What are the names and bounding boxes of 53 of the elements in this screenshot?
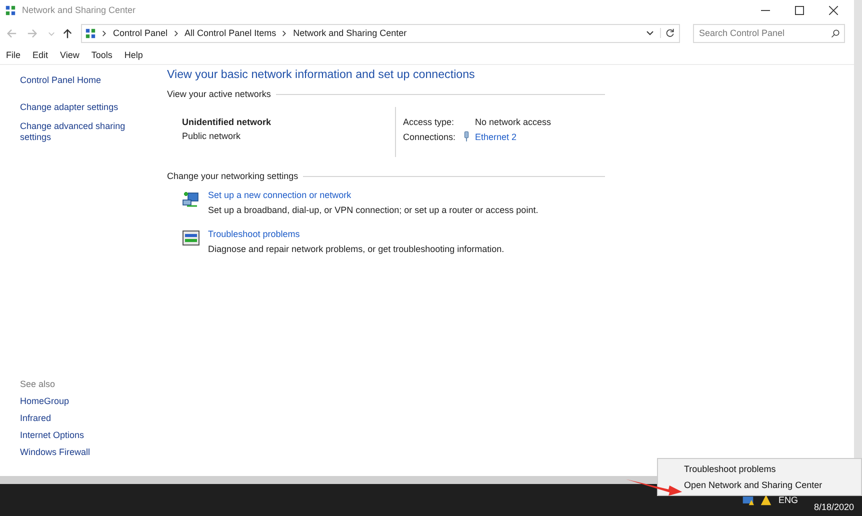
sidebar-link[interactable]: Change advanced sharing settings [20,121,140,143]
network-setup-icon [182,190,200,208]
see-also-link[interactable]: Infrared [20,413,160,423]
ethernet-icon [463,131,470,142]
sidebar-link[interactable]: Change adapter settings [20,102,140,113]
context-menu-item[interactable]: Open Network and Sharing Center [684,480,861,490]
section-heading: View your active networks [167,89,271,99]
breadcrumb[interactable]: Network and Sharing Center [293,28,407,38]
refresh-icon[interactable] [660,28,675,38]
field-label: Access type: [403,117,454,127]
page-heading: View your basic network information and set up connections [167,68,476,81]
context-menu-item[interactable]: Troubleshoot problems [684,464,861,474]
maximize-icon[interactable] [795,6,804,14]
connection-link[interactable]: Ethernet 2 [475,132,517,142]
task-description: Diagnose and repair network problems, or get troubleshooting information. [208,244,504,254]
clock-date[interactable]: 8/18/2020 [814,502,854,512]
task-link[interactable]: Troubleshoot problems [208,229,504,239]
section-heading: Change your networking settings [167,171,298,181]
menu-item[interactable]: File [6,50,21,60]
address-bar[interactable]: Control Panel All Control Panel Items Network and Sharing Center [81,24,680,42]
arrow [626,477,684,497]
control-panel-icon [5,4,16,16]
menu-item[interactable]: View [60,50,80,60]
language-indicator[interactable]: ENG [778,495,798,505]
chevron-icon [102,30,107,36]
network-category: Public network [182,131,242,141]
window-title: Network and Sharing Center [22,5,136,15]
see-also-link[interactable]: Internet Options [20,430,160,440]
field-label: Connections: [403,132,456,142]
troubleshoot-icon [182,229,200,247]
close-icon[interactable] [829,6,838,14]
menu-item[interactable]: Help [124,50,143,60]
breadcrumb[interactable]: All Control Panel Items [184,28,276,38]
field-value: No network access [475,117,552,127]
network-name: Unidentified network [182,117,272,127]
warning-icon[interactable] [760,494,772,506]
breadcrumb[interactable]: Control Panel [113,28,168,38]
chevron-icon [282,30,288,36]
see-also-link[interactable]: Windows Firewall [20,447,160,457]
network-warning-icon[interactable] [742,494,754,506]
sidebar-link[interactable]: Control Panel Home [20,75,140,86]
menu-item[interactable]: Edit [32,50,48,60]
search-icon[interactable] [831,28,840,38]
see-also-heading: See also [20,379,56,389]
dropdown-icon[interactable] [646,29,654,37]
see-also-link[interactable]: HomeGroup [20,396,160,406]
task-description: Set up a broadband, dial-up, or VPN connection; or set up a router or access point. [208,205,538,215]
control-panel-icon [85,28,96,38]
chevron-icon [174,30,179,36]
menu-item[interactable]: Tools [91,50,112,60]
up-arrow-icon[interactable] [62,28,73,38]
task-link[interactable]: Set up a new connection or network [208,190,538,200]
search-field[interactable]: Search Control Panel [693,24,845,42]
